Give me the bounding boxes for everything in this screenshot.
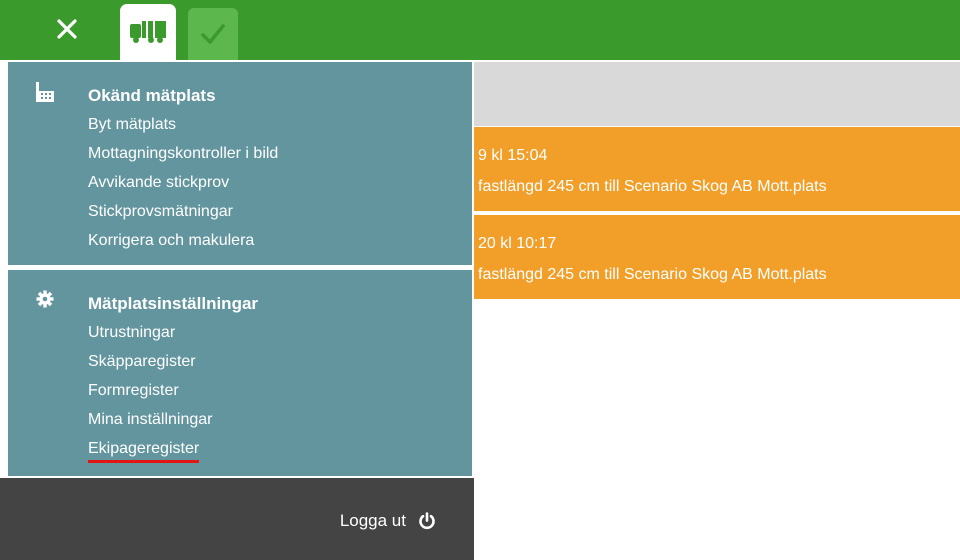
section-title: Mätplatsinställningar — [88, 294, 259, 313]
top-bar — [0, 0, 960, 60]
menu-item-avvikande-stickprov[interactable]: Avvikande stickprov — [88, 173, 278, 202]
menu-item-byt-matplats[interactable]: Byt mätplats — [88, 115, 278, 144]
menu-item-stickprovsmatningar[interactable]: Stickprovsmätningar — [88, 202, 278, 231]
menu-item-mottagningskontroller[interactable]: Mottagningskontroller i bild — [88, 144, 278, 173]
list-item-date: 20 kl 10:17 — [478, 235, 557, 252]
list-item-date: 9 kl 15:04 — [478, 147, 548, 164]
list-item[interactable]: 9 kl 15:04 fastlängd 245 cm till Scenari… — [474, 127, 960, 211]
menu-section-settings: Mätplatsinställningar Utrustningar Skäpp… — [8, 270, 472, 476]
menu-item-mina-installningar[interactable]: Mina inställningar — [88, 410, 213, 439]
list-item[interactable]: 20 kl 10:17 fastlängd 245 cm till Scenar… — [474, 215, 960, 299]
header-bar — [474, 62, 960, 126]
menu-item-skapparegister[interactable]: Skäpparegister — [88, 352, 213, 381]
tab-truck[interactable] — [120, 4, 176, 60]
section-title: Okänd mätplats — [88, 86, 216, 105]
list-item-description: fastlängd 245 cm till Scenario Skog AB M… — [478, 266, 827, 283]
logout-label: Logga ut — [339, 511, 406, 530]
menu-footer: Logga ut — [0, 478, 474, 560]
menu-item-formregister[interactable]: Formregister — [88, 381, 213, 410]
building-icon — [36, 82, 54, 102]
close-icon — [57, 19, 77, 39]
truck-icon — [130, 21, 166, 43]
menu-section-location: Okänd mätplats Byt mätplats Mottagningsk… — [8, 62, 472, 265]
side-menu: Okänd mätplats Byt mätplats Mottagningsk… — [0, 62, 474, 560]
tab-check[interactable] — [188, 8, 238, 60]
list-item-description: fastlängd 245 cm till Scenario Skog AB M… — [478, 178, 827, 195]
menu-item-utrustningar[interactable]: Utrustningar — [88, 323, 213, 352]
check-icon — [201, 24, 225, 44]
logout-button[interactable]: Logga ut — [340, 511, 436, 531]
menu-item-korrigera[interactable]: Korrigera och makulera — [88, 231, 278, 260]
power-icon — [419, 512, 435, 530]
menu-item-ekipageregister[interactable]: Ekipageregister — [88, 439, 213, 468]
close-button[interactable] — [48, 10, 86, 48]
gear-icon — [36, 290, 54, 308]
